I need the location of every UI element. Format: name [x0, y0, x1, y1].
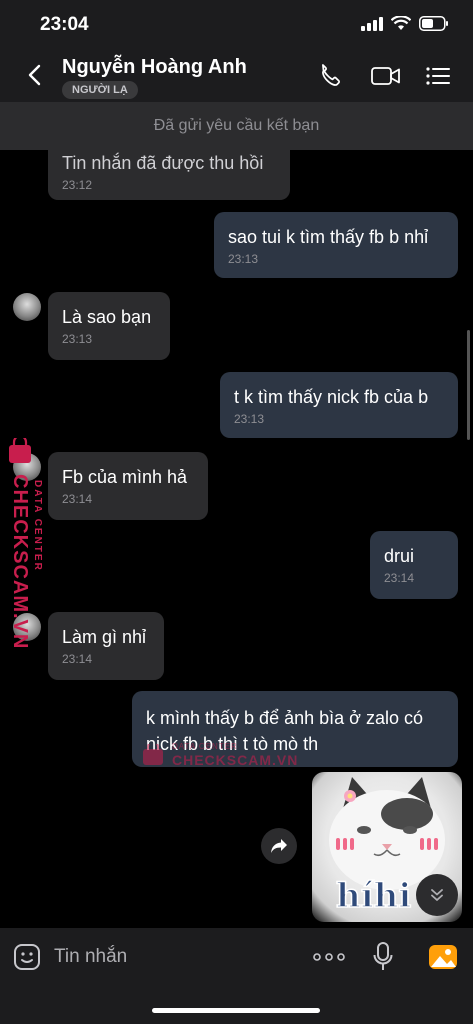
- watermark-big-text: CHECKSCAM.VN: [172, 752, 299, 768]
- signal-icon: [361, 16, 383, 31]
- message-time: 23:13: [234, 412, 265, 426]
- video-camera-icon: [371, 67, 400, 85]
- message-bubble-incoming[interactable]: Fb của mình hả 23:14: [48, 452, 208, 520]
- status-icons: [361, 16, 449, 31]
- emoji-sticker-button[interactable]: [12, 942, 42, 972]
- message-text: Là sao bạn: [62, 307, 152, 327]
- message-bubble-incoming[interactable]: Làm gì nhỉ 23:14: [48, 612, 164, 680]
- watermark-horizontal: DATA CENTER CHECKSCAM.VN: [142, 742, 302, 772]
- message-list[interactable]: Tin nhắn đã được thu hồi 23:12 sao tui k…: [0, 150, 473, 928]
- chat-header: Nguyễn Hoàng Anh NGƯỜI LẠ: [0, 50, 473, 102]
- stranger-badge: NGƯỜI LẠ: [62, 81, 138, 99]
- voice-call-button[interactable]: [318, 62, 346, 90]
- message-text: Fb của mình hả: [62, 467, 188, 487]
- contact-name[interactable]: Nguyễn Hoàng Anh: [62, 56, 247, 79]
- status-time: 23:04: [40, 14, 89, 35]
- watermark-logo: [143, 744, 163, 765]
- scrollbar[interactable]: [467, 330, 470, 440]
- message-text: Tin nhắn đã được thu hồi: [62, 153, 264, 173]
- home-indicator[interactable]: [152, 1008, 320, 1013]
- watermark-vertical-small-text: DATA CENTER: [32, 480, 43, 572]
- message-time: 23:14: [384, 571, 415, 585]
- back-button[interactable]: [20, 60, 48, 90]
- message-bubble-incoming[interactable]: Tin nhắn đã được thu hồi 23:12: [48, 150, 290, 200]
- watermark-vertical-big-text: CHECKSCAM.VN: [9, 474, 31, 650]
- sticker-caption: híhi: [335, 875, 412, 917]
- message-text: sao tui k tìm thấy fb b nhỉ: [228, 227, 429, 247]
- double-chevron-down-icon: [431, 889, 443, 901]
- message-bubble-outgoing[interactable]: sao tui k tìm thấy fb b nhỉ 23:13: [214, 212, 458, 278]
- message-text: Làm gì nhỉ: [62, 627, 147, 647]
- message-bubble-outgoing[interactable]: t k tìm thấy nick fb của b 23:13: [220, 372, 458, 438]
- watermark-vertical: DATA CENTER CHECKSCAM.VN: [4, 438, 48, 649]
- wifi-icon: [391, 16, 411, 30]
- message-time: 23:14: [62, 492, 93, 506]
- message-bubble-outgoing[interactable]: drui 23:14: [370, 531, 458, 599]
- chat-options-button[interactable]: [424, 62, 452, 90]
- share-arrow-icon: [271, 839, 287, 853]
- friend-request-text: Đã gửi yêu cầu kết bạn: [153, 117, 320, 134]
- share-button[interactable]: [261, 828, 297, 864]
- message-bubble-incoming[interactable]: Là sao bạn 23:13: [48, 292, 170, 360]
- message-text: t k tìm thấy nick fb của b: [234, 387, 429, 407]
- battery-icon: [419, 16, 448, 31]
- microphone-icon: [373, 942, 393, 970]
- gallery-button[interactable]: [428, 942, 458, 972]
- message-text: drui: [384, 546, 415, 566]
- video-call-button[interactable]: [370, 62, 402, 90]
- phone-icon: [322, 64, 340, 86]
- friend-request-banner: Đã gửi yêu cầu kết bạn: [0, 102, 473, 150]
- gallery-image-icon: [429, 945, 457, 969]
- message-time: 23:13: [62, 332, 93, 346]
- status-bar: 23:04: [0, 0, 473, 50]
- chevron-left-icon: [28, 64, 41, 86]
- message-input[interactable]: Tin nhắn: [54, 946, 127, 968]
- watermark-logo: [9, 438, 31, 463]
- more-options-button[interactable]: [312, 942, 346, 972]
- scroll-to-bottom-button[interactable]: [416, 874, 458, 916]
- sticker-face-icon: [14, 944, 40, 970]
- menu-list-icon: [426, 67, 450, 85]
- message-time: 23:12: [62, 178, 93, 192]
- more-dots-icon: [313, 953, 345, 961]
- message-time: 23:14: [62, 652, 93, 666]
- watermark-small-text: DATA CENTER: [172, 742, 238, 751]
- voice-record-button[interactable]: [368, 942, 398, 972]
- avatar[interactable]: [13, 293, 41, 321]
- message-time: 23:13: [228, 252, 259, 266]
